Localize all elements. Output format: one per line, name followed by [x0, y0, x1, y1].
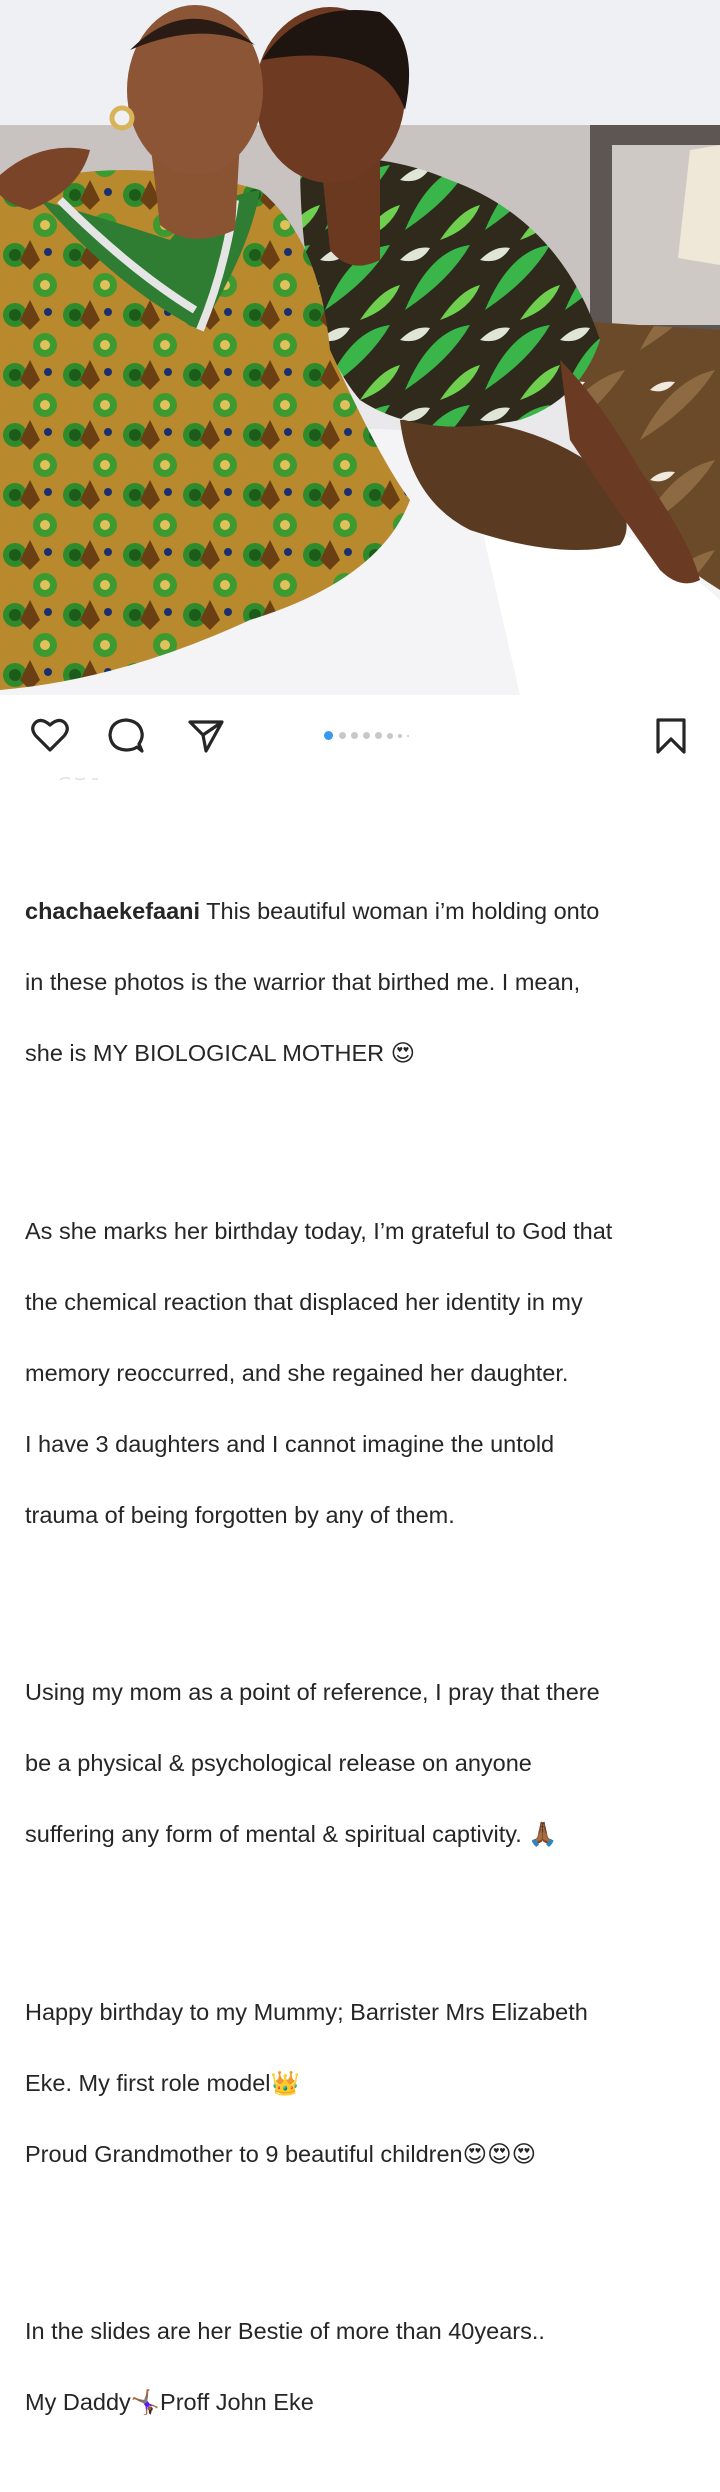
caption-username[interactable]: chachaekefaani	[25, 898, 200, 924]
save-button[interactable]	[651, 716, 691, 756]
heart-icon	[31, 718, 69, 752]
carousel-dot	[339, 732, 346, 739]
caption-line: In the slides are her Bestie of more tha…	[25, 2318, 545, 2344]
caption-line: memory reoccurred, and she regained her …	[25, 1359, 569, 1386]
paper-plane-icon	[188, 720, 224, 753]
caption-line: the chemical reaction that displaced her…	[25, 1288, 583, 1315]
caption-line: Using my mom as a point of reference, I …	[25, 1679, 600, 1705]
caption-paragraph-5: In the slides are her Bestie of more tha…	[25, 2279, 697, 2457]
caption-text: This beautiful woman i’m holding onto	[206, 898, 600, 924]
caption-line: she is MY BIOLOGICAL MOTHER 😍	[25, 1040, 416, 1066]
caption-paragraph-3: Using my mom as a point of reference, I …	[25, 1640, 697, 1889]
like-button[interactable]	[30, 716, 70, 756]
caption-line: in these photos is the warrior that birt…	[25, 969, 581, 995]
caption-line: suffering any form of mental & spiritual…	[25, 1821, 558, 1847]
caption-paragraph-2: As she marks her birthday today, I’m gra…	[25, 1178, 697, 1569]
photo-illustration	[0, 0, 720, 695]
comment-button[interactable]	[106, 716, 146, 756]
bookmark-icon	[656, 718, 686, 754]
share-button[interactable]	[186, 716, 226, 756]
carousel-dot	[375, 732, 382, 739]
caption-line: trauma of being forgotten by any of them…	[25, 1501, 455, 1528]
faint-divider-mark	[60, 776, 98, 781]
caption-line: Proud Grandmother to 9 beautiful childre…	[25, 2140, 537, 2167]
carousel-dot-active	[324, 731, 333, 740]
caption-line: As she marks her birthday today, I’m gra…	[25, 1217, 613, 1244]
comment-bubble-icon	[108, 718, 144, 753]
post-photo[interactable]	[0, 0, 720, 695]
caption-line: Eke. My first role model👑	[25, 2069, 300, 2096]
carousel-dot	[398, 734, 402, 738]
caption-paragraph-4: Happy birthday to my Mummy; Barrister Mr…	[25, 1959, 697, 2208]
caption-line: be a physical & psychological release on…	[25, 1750, 532, 1776]
caption-line: I have 3 daughters and I cannot imagine …	[25, 1430, 555, 1457]
caption-line: My Daddy🤸🏾‍♀️Proff John Eke	[25, 2389, 314, 2415]
carousel-dot	[351, 732, 358, 739]
post-caption: chachaekefaani This beautiful woman i’m …	[25, 823, 697, 2492]
caption-line: chachaekefaani This beautiful woman i’m …	[25, 894, 697, 930]
carousel-dot	[407, 735, 409, 737]
carousel-dot	[363, 732, 370, 739]
post-action-bar	[0, 700, 720, 770]
caption-paragraph-1: chachaekefaani This beautiful woman i’m …	[25, 859, 697, 1108]
caption-line: Happy birthday to my Mummy; Barrister Mr…	[25, 1998, 588, 2025]
carousel-dot	[387, 733, 393, 739]
